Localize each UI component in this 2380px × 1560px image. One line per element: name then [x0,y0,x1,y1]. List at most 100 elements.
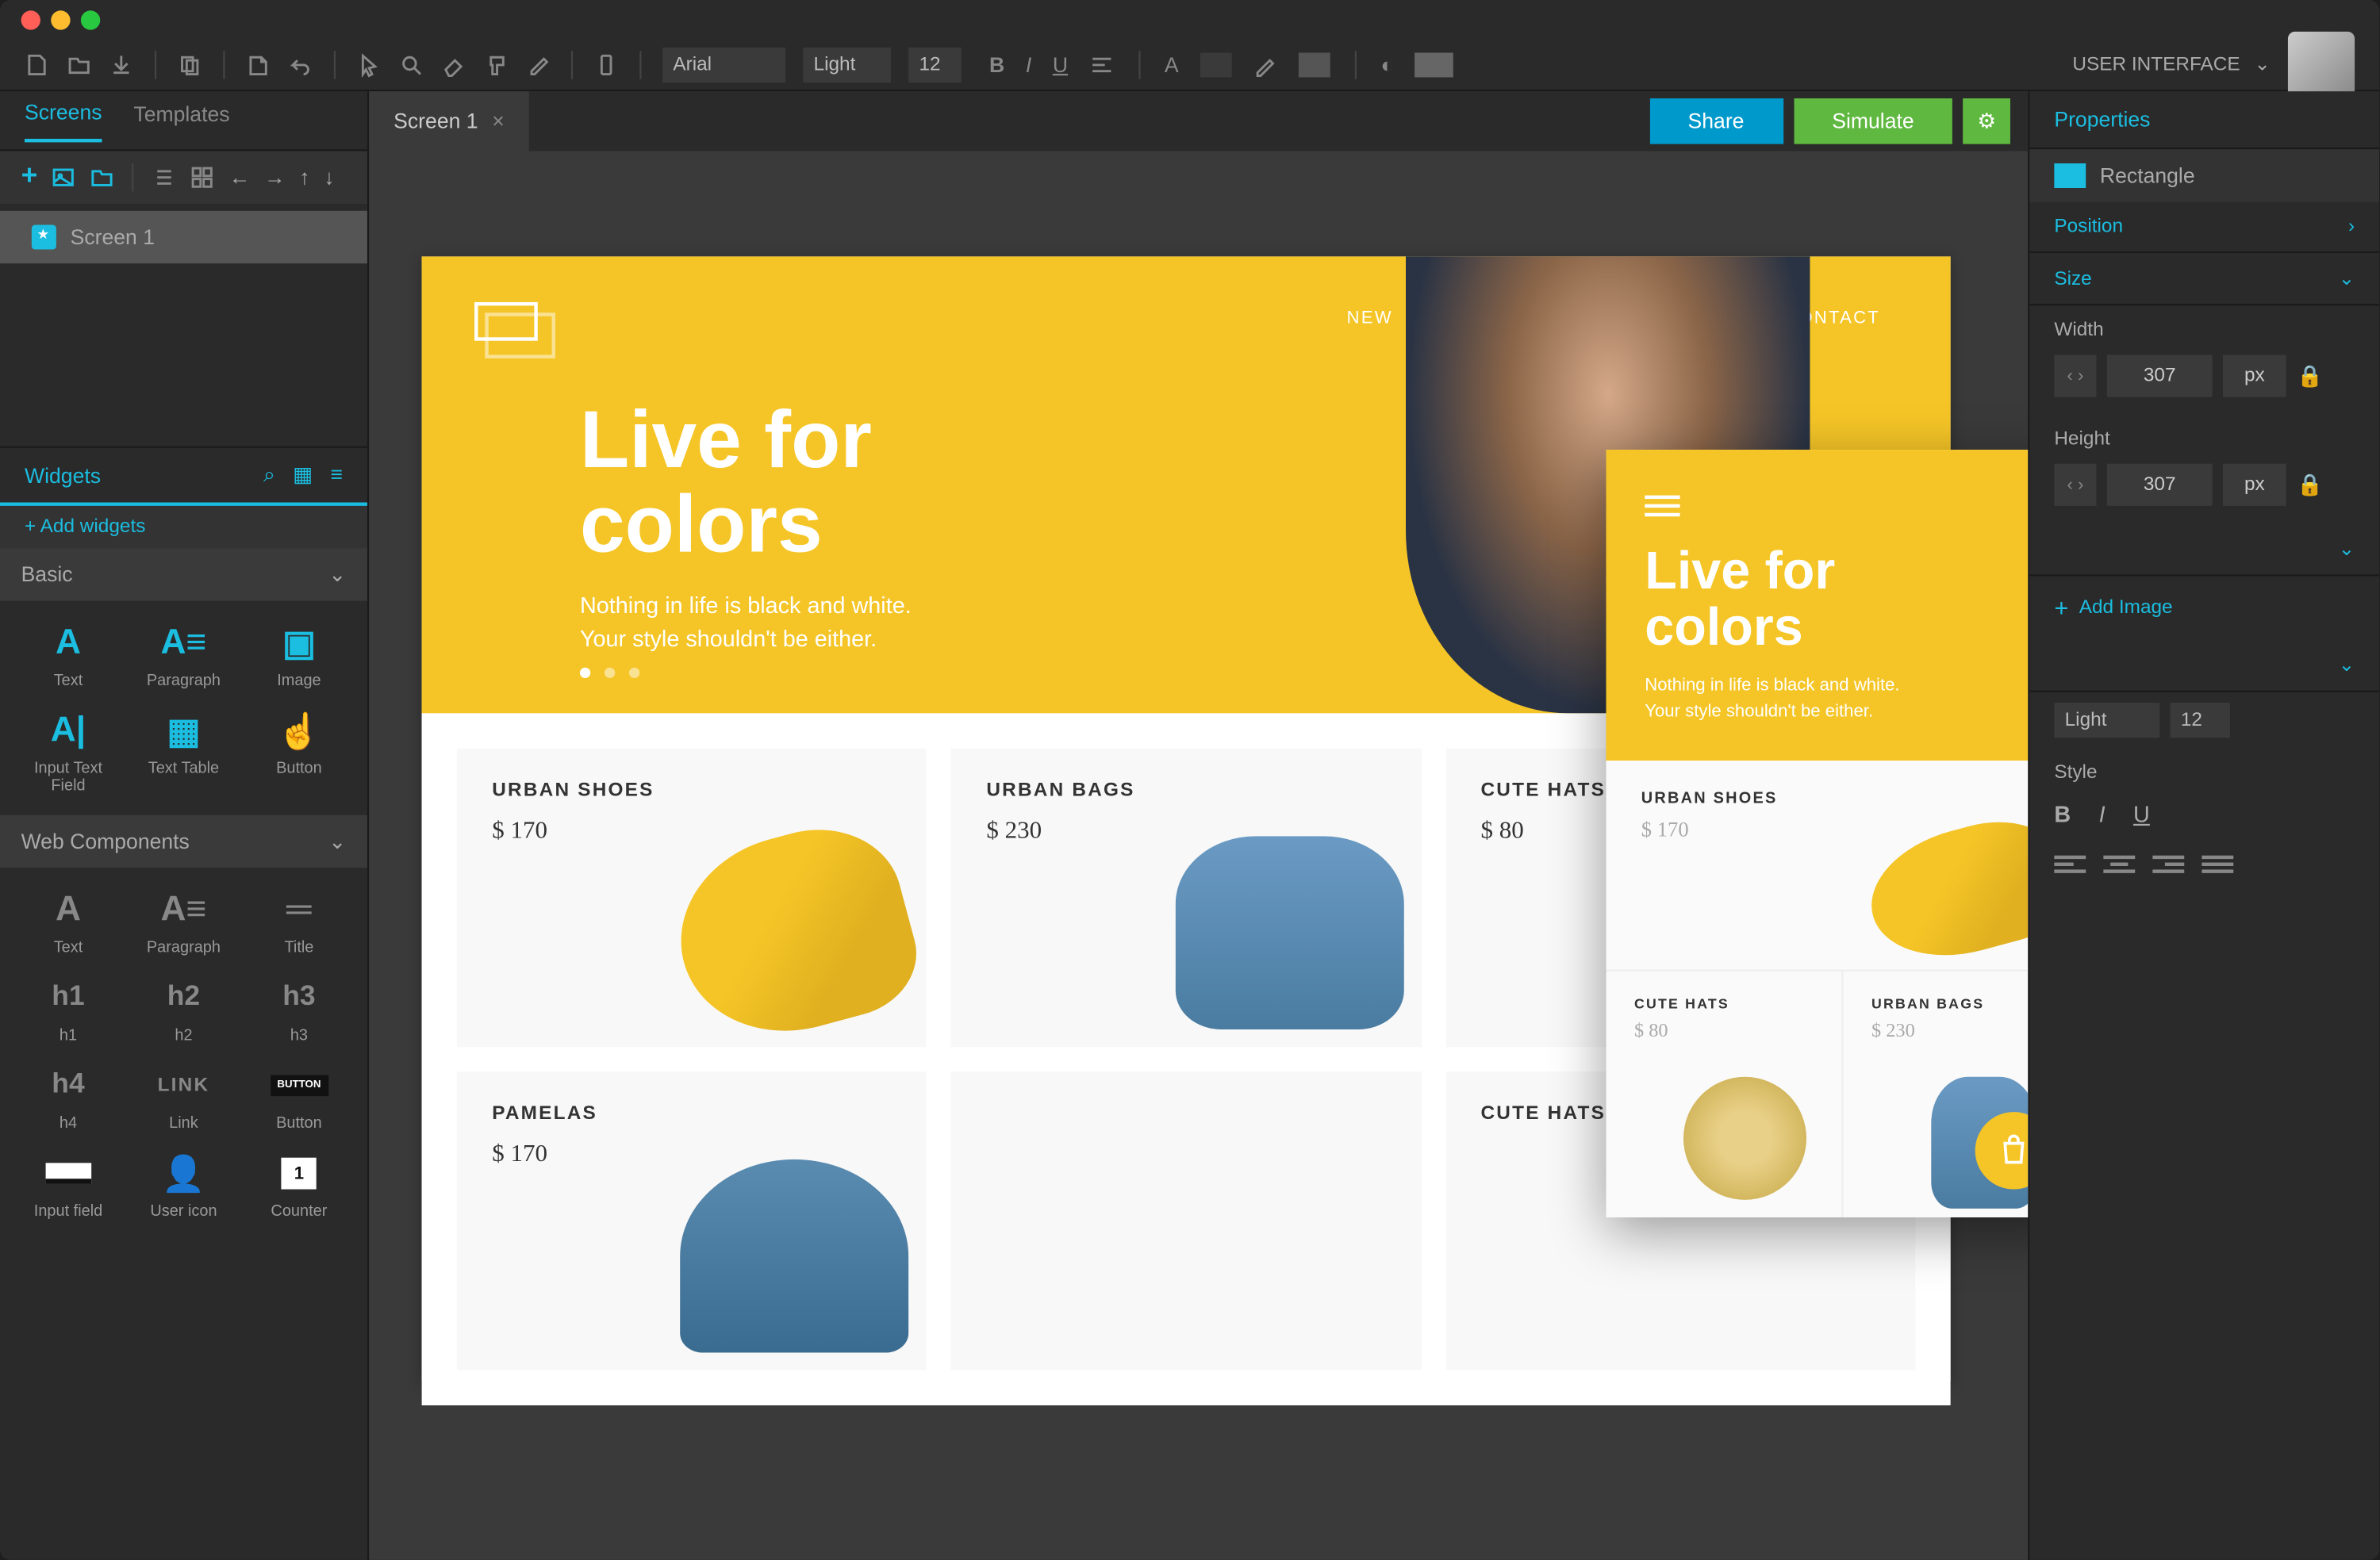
widget-link[interactable]: LINKLink [129,1057,238,1138]
mobile-product[interactable]: URBAN SHOES$ 170 [1606,761,2029,972]
prop-font-weight[interactable] [2054,703,2159,738]
product-card[interactable]: PAMELAS$ 170 [457,1071,927,1370]
section-web[interactable]: Web Components⌄ [0,815,367,868]
opacity-value[interactable] [1415,52,1453,76]
align-left-icon[interactable] [2054,856,2086,880]
canvas-tab[interactable]: Screen 1 × [369,91,529,151]
fill-swatch[interactable] [1298,52,1330,76]
widget-h3[interactable]: h3h3 [245,970,354,1051]
paint-icon[interactable] [483,52,508,76]
prop-font-size[interactable] [2171,703,2230,738]
widget-text[interactable]: AText [14,615,123,696]
list-view-icon[interactable]: ≡ [330,462,343,489]
widget-web-paragraph[interactable]: A≡Paragraph [129,882,238,963]
prop-bold-icon[interactable]: B [2054,801,2071,827]
widget-input[interactable]: A|Input Text Field [14,703,123,801]
settings-button[interactable]: ⚙ [1964,98,2010,144]
export-icon[interactable] [246,52,271,76]
device-icon[interactable] [594,52,619,76]
height-unit[interactable] [2223,464,2286,506]
widget-inputfield[interactable]: Input field [14,1145,123,1226]
color-swatch[interactable] [1200,52,1231,76]
widget-counter[interactable]: 1Counter [245,1145,354,1226]
close-window-icon[interactable] [21,10,40,29]
font-weight-input[interactable] [803,47,891,82]
share-button[interactable]: Share [1649,98,1783,144]
folder-icon[interactable] [90,165,115,190]
simulate-button[interactable]: Simulate [1794,98,1953,144]
align-right-icon[interactable] [2152,856,2184,880]
widget-web-title[interactable]: ═Title [245,882,354,963]
hamburger-icon[interactable] [1645,496,1679,499]
widget-web-text[interactable]: AText [14,882,123,963]
prop-underline-icon[interactable]: U [2133,801,2150,827]
widget-paragraph[interactable]: A≡Paragraph [129,615,238,696]
user-avatar[interactable] [2288,31,2355,98]
lock-icon[interactable]: 🔒 [2297,473,2323,497]
grid-view-icon[interactable]: ▦ [293,462,313,489]
tab-screens[interactable]: Screens [25,99,102,141]
text-color-icon[interactable]: A [1165,52,1179,76]
add-screen-icon[interactable]: + [21,162,38,194]
italic-icon[interactable]: I [1026,52,1031,76]
height-input[interactable] [2107,464,2213,506]
font-size-input[interactable] [908,47,961,82]
copy-icon[interactable] [178,52,202,76]
widget-h1[interactable]: h1h1 [14,970,123,1051]
eraser-icon[interactable] [441,52,466,76]
tab-templates[interactable]: Templates [133,101,229,140]
widget-button[interactable]: ☝Button [245,703,354,801]
undo-icon[interactable] [288,52,313,76]
arrow-left-icon[interactable]: ← [229,165,251,190]
widget-h2[interactable]: h2h2 [129,970,238,1051]
underline-icon[interactable]: U [1053,52,1068,76]
mobile-product[interactable]: CUTE HATS$ 80 [1606,972,1844,1217]
position-section[interactable]: Position› [2029,202,2379,253]
arrow-up-icon[interactable]: ↑ [299,165,309,190]
selected-element[interactable]: Rectangle [2029,149,2379,201]
section-basic[interactable]: Basic⌄ [0,548,367,600]
list-icon[interactable] [152,165,176,190]
search-icon[interactable] [399,52,424,76]
screen-item[interactable]: Screen 1 [0,211,367,263]
logo-icon[interactable] [474,302,538,341]
width-input[interactable] [2107,355,2213,397]
carousel-dots[interactable] [580,668,639,678]
align-justify-icon[interactable] [2202,856,2233,880]
size-section[interactable]: Size⌄ [2029,253,2379,305]
search-widgets-icon[interactable]: ⌕ [263,462,275,489]
arrow-down-icon[interactable]: ↓ [324,165,334,190]
image-icon[interactable] [52,165,76,190]
maximize-window-icon[interactable] [81,10,100,29]
nav-new[interactable]: NEW [1347,309,1393,328]
collapse-row[interactable]: ⌄ [2029,639,2379,692]
align-center-icon[interactable] [2103,856,2135,880]
eyedropper-icon[interactable] [525,52,550,76]
widget-web-button[interactable]: BUTTONButton [245,1057,354,1138]
align-icon[interactable] [1089,52,1114,76]
minimize-window-icon[interactable] [51,10,70,29]
close-tab-icon[interactable]: × [492,109,505,133]
width-stepper[interactable]: ‹ › [2054,355,2096,397]
widget-usericon[interactable]: 👤User icon [129,1145,238,1226]
opacity-icon[interactable]: ◐ [1380,52,1393,76]
open-folder-icon[interactable] [67,52,91,76]
lock-icon[interactable]: 🔒 [2297,364,2323,389]
new-file-icon[interactable] [25,52,49,76]
widget-image[interactable]: ▣Image [245,615,354,696]
user-menu[interactable]: USER INTERFACE ⌄ [2072,52,2270,75]
add-image-button[interactable]: +Add Image [2029,577,2379,640]
font-family-input[interactable] [662,47,785,82]
save-icon[interactable] [109,52,133,76]
product-card[interactable]: URBAN SHOES$ 170 [457,749,927,1048]
product-card[interactable] [951,1071,1421,1370]
add-widgets-button[interactable]: + Add widgets [0,506,367,548]
mobile-artboard[interactable]: Live forcolors Nothing in life is black … [1606,450,2029,1217]
height-stepper[interactable]: ‹ › [2054,464,2096,506]
collapse-row[interactable]: ⌄ [2029,523,2379,576]
widget-h4[interactable]: h4h4 [14,1057,123,1138]
arrow-right-icon[interactable]: → [264,165,286,190]
pointer-icon[interactable] [357,52,382,76]
product-card[interactable]: URBAN BAGS$ 230 [951,749,1421,1048]
bold-icon[interactable]: B [989,52,1004,76]
